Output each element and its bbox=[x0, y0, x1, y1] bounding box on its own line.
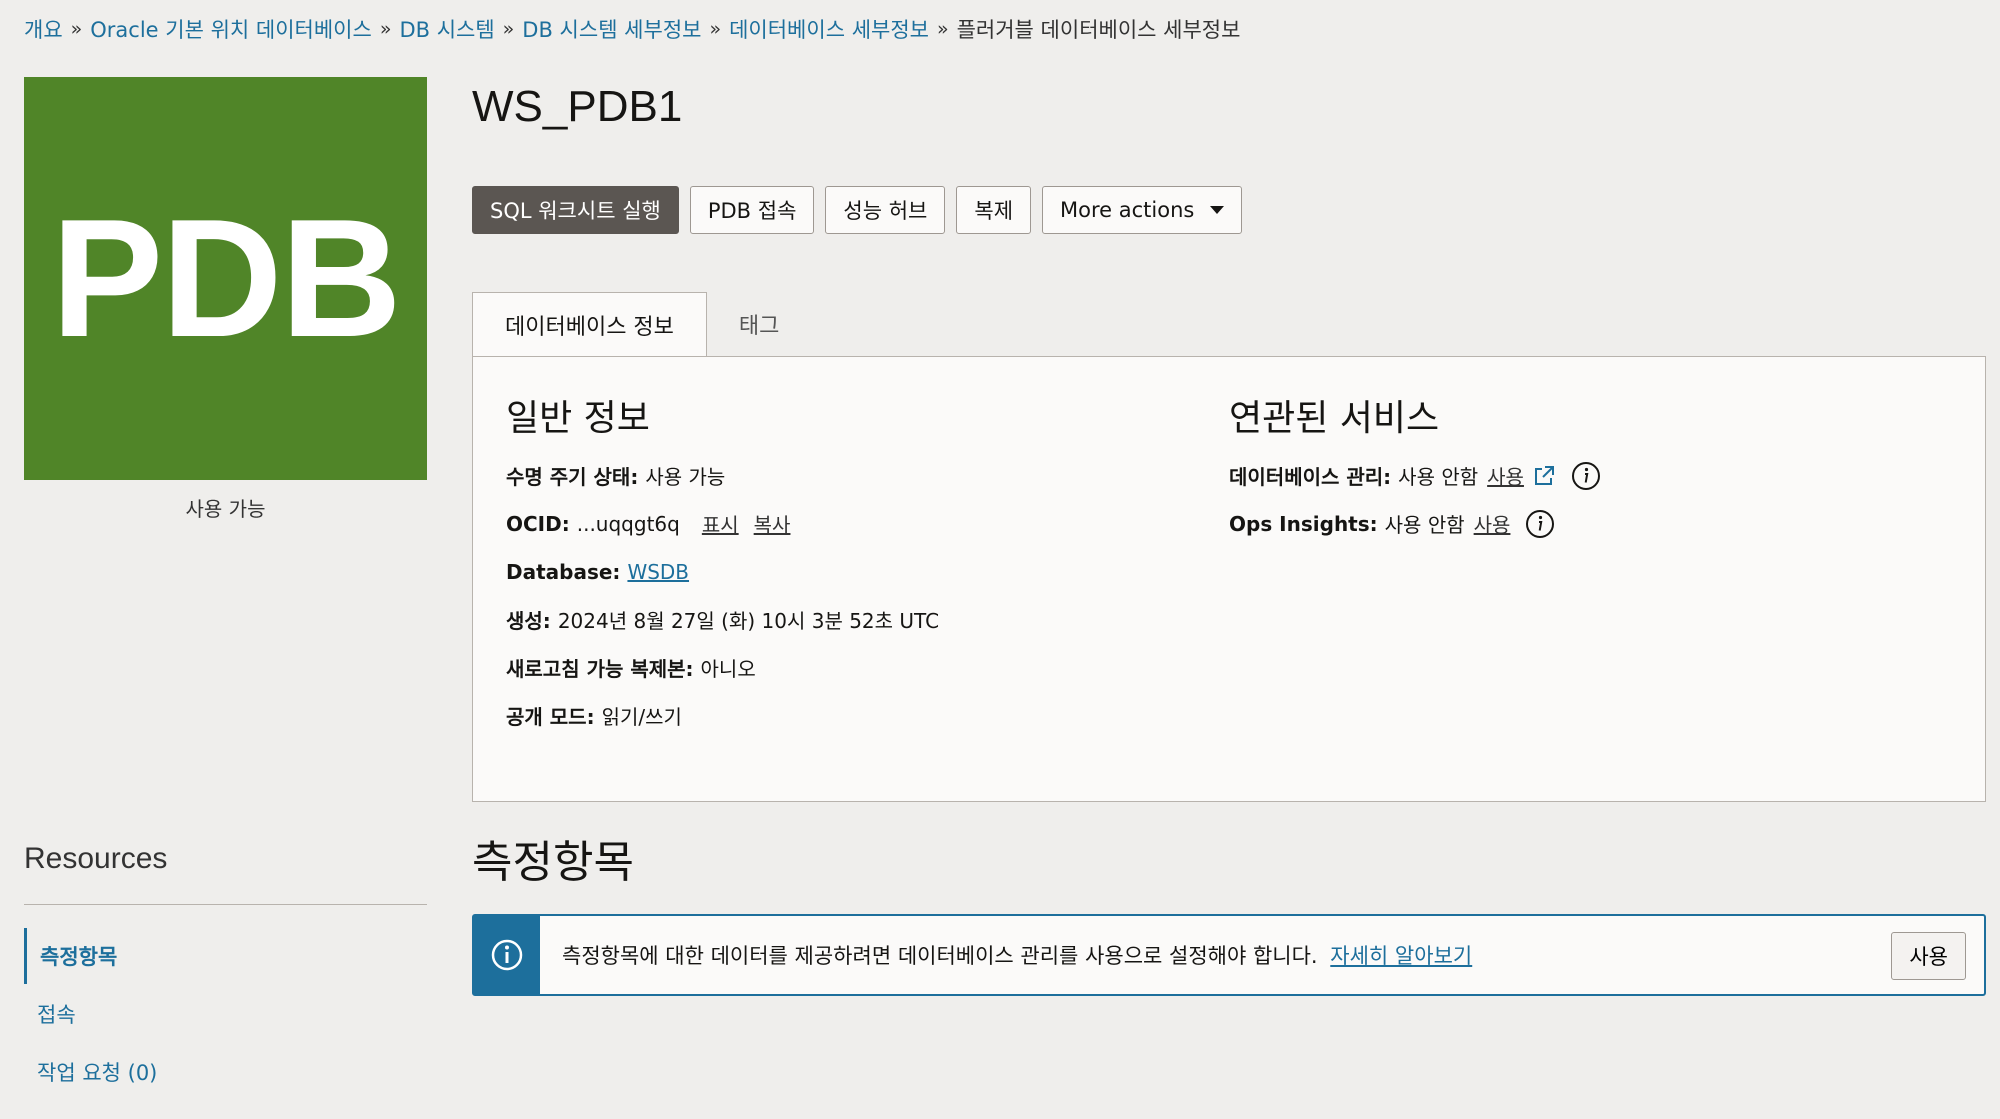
open-mode-field: 공개 모드: 읽기/쓰기 bbox=[506, 703, 939, 729]
pdb-status-tile: PDB bbox=[24, 77, 427, 480]
performance-hub-button[interactable]: 성능 허브 bbox=[825, 186, 946, 234]
refreshable-clone-value: 아니오 bbox=[700, 657, 756, 681]
tab-tags[interactable]: 태그 bbox=[707, 292, 811, 356]
resources-item-work-requests[interactable]: 작업 요청 (0) bbox=[24, 1044, 157, 1100]
ops-insights-enable-link[interactable]: 사용 bbox=[1474, 509, 1511, 538]
lifecycle-value: 사용 가능 bbox=[645, 465, 726, 489]
refreshable-clone-label: 새로고침 가능 복제본: bbox=[506, 657, 694, 681]
breadcrumb-separator: » bbox=[379, 18, 392, 40]
sql-worksheet-button[interactable]: SQL 워크시트 실행 bbox=[472, 186, 679, 234]
breadcrumb-separator: » bbox=[709, 18, 722, 40]
lifecycle-label: 수명 주기 상태: bbox=[506, 465, 639, 489]
metrics-info-banner: 측정항목에 대한 데이터를 제공하려면 데이터베이스 관리를 사용으로 설정해야… bbox=[472, 914, 1986, 996]
resources-nav: 측정항목 접속 작업 요청 (0) bbox=[24, 928, 157, 1102]
created-field: 생성: 2024년 8월 27일 (화) 10시 3분 52초 UTC bbox=[506, 607, 940, 633]
breadcrumb-link-db-systems[interactable]: DB 시스템 bbox=[399, 14, 494, 44]
more-actions-button[interactable]: More actions bbox=[1042, 186, 1243, 234]
resources-item-connections[interactable]: 접속 bbox=[24, 986, 157, 1042]
info-icon[interactable] bbox=[1570, 460, 1602, 492]
ocid-value: ...uqqgt6q bbox=[576, 511, 680, 536]
info-icon[interactable] bbox=[1524, 508, 1556, 540]
associated-services-heading: 연관된 서비스 bbox=[1229, 398, 1440, 439]
ocid-show-link[interactable]: 표시 bbox=[702, 509, 739, 538]
database-management-field: 데이터베이스 관리: 사용 안함 사용 bbox=[1229, 461, 1602, 490]
pdb-tile-text: PDB bbox=[51, 184, 402, 372]
refreshable-clone-field: 새로고침 가능 복제본: 아니오 bbox=[506, 655, 939, 681]
action-bar: SQL 워크시트 실행 PDB 접속 성능 허브 복제 More actions bbox=[472, 186, 1243, 234]
general-info-column: 일반 정보 수명 주기 상태: 사용 가능 OCID: ...uqqgt6q 표… bbox=[506, 389, 939, 751]
breadcrumb-link-oracle-base-db[interactable]: Oracle 기본 위치 데이터베이스 bbox=[90, 14, 372, 44]
breadcrumb-separator: » bbox=[936, 18, 949, 40]
more-actions-label: More actions bbox=[1060, 198, 1195, 222]
enable-button[interactable]: 사용 bbox=[1891, 932, 1966, 980]
database-management-label: 데이터베이스 관리: bbox=[1229, 465, 1392, 489]
breadcrumb-separator: » bbox=[502, 18, 515, 40]
database-management-value: 사용 안함 bbox=[1398, 465, 1479, 489]
ocid-copy-link[interactable]: 복사 bbox=[754, 509, 791, 538]
learn-more-link[interactable]: 자세히 알아보기 bbox=[1330, 944, 1472, 968]
ocid-field: OCID: ...uqqgt6q 표시 복사 bbox=[506, 509, 939, 538]
info-icon bbox=[474, 916, 540, 994]
ops-insights-label: Ops Insights: bbox=[1229, 511, 1378, 536]
tab-bar: 데이터베이스 정보 태그 bbox=[472, 292, 811, 357]
breadcrumb-link-overview[interactable]: 개요 bbox=[24, 14, 63, 44]
database-field: Database: WSDB bbox=[506, 559, 939, 584]
breadcrumb: 개요 » Oracle 기본 위치 데이터베이스 » DB 시스템 » DB 시… bbox=[24, 14, 1240, 44]
ops-insights-field: Ops Insights: 사용 안함 사용 bbox=[1229, 509, 1602, 538]
pdb-connect-button[interactable]: PDB 접속 bbox=[689, 186, 815, 234]
resources-heading: Resources bbox=[24, 842, 168, 875]
open-mode-value: 읽기/쓰기 bbox=[601, 705, 682, 729]
breadcrumb-separator: » bbox=[70, 18, 83, 40]
resources-divider bbox=[24, 904, 427, 905]
associated-services-column: 연관된 서비스 데이터베이스 관리: 사용 안함 사용 Ops Insights… bbox=[1229, 389, 1602, 559]
clone-button[interactable]: 복제 bbox=[956, 186, 1032, 234]
database-link[interactable]: WSDB bbox=[627, 560, 689, 584]
lifecycle-field: 수명 주기 상태: 사용 가능 bbox=[506, 463, 939, 489]
tile-status-label: 사용 가능 bbox=[185, 497, 266, 521]
ops-insights-value: 사용 안함 bbox=[1384, 513, 1465, 537]
ocid-label: OCID: bbox=[506, 511, 570, 536]
tab-database-info[interactable]: 데이터베이스 정보 bbox=[472, 292, 707, 357]
caret-down-icon bbox=[1210, 206, 1225, 214]
external-link-icon[interactable] bbox=[1532, 464, 1556, 488]
page-title: WS_PDB1 bbox=[472, 82, 683, 131]
created-label: 생성: bbox=[506, 609, 551, 633]
breadcrumb-link-db-system-details[interactable]: DB 시스템 세부정보 bbox=[522, 14, 701, 44]
breadcrumb-current: 플러거블 데이터베이스 세부정보 bbox=[956, 18, 1241, 42]
banner-message: 측정항목에 대한 데이터를 제공하려면 데이터베이스 관리를 사용으로 설정해야… bbox=[562, 940, 1472, 970]
database-info-panel: 일반 정보 수명 주기 상태: 사용 가능 OCID: ...uqqgt6q 표… bbox=[472, 356, 1986, 802]
database-management-enable-link[interactable]: 사용 bbox=[1487, 461, 1524, 490]
breadcrumb-link-database-details[interactable]: 데이터베이스 세부정보 bbox=[729, 14, 929, 44]
created-value: 2024년 8월 27일 (화) 10시 3분 52초 UTC bbox=[557, 609, 940, 633]
general-info-heading: 일반 정보 bbox=[506, 398, 650, 439]
open-mode-label: 공개 모드: bbox=[506, 705, 595, 729]
resources-item-metrics[interactable]: 측정항목 bbox=[24, 928, 157, 984]
metrics-heading: 측정항목 bbox=[472, 837, 634, 888]
banner-text: 측정항목에 대한 데이터를 제공하려면 데이터베이스 관리를 사용으로 설정해야… bbox=[562, 944, 1318, 968]
database-label: Database: bbox=[506, 559, 621, 584]
